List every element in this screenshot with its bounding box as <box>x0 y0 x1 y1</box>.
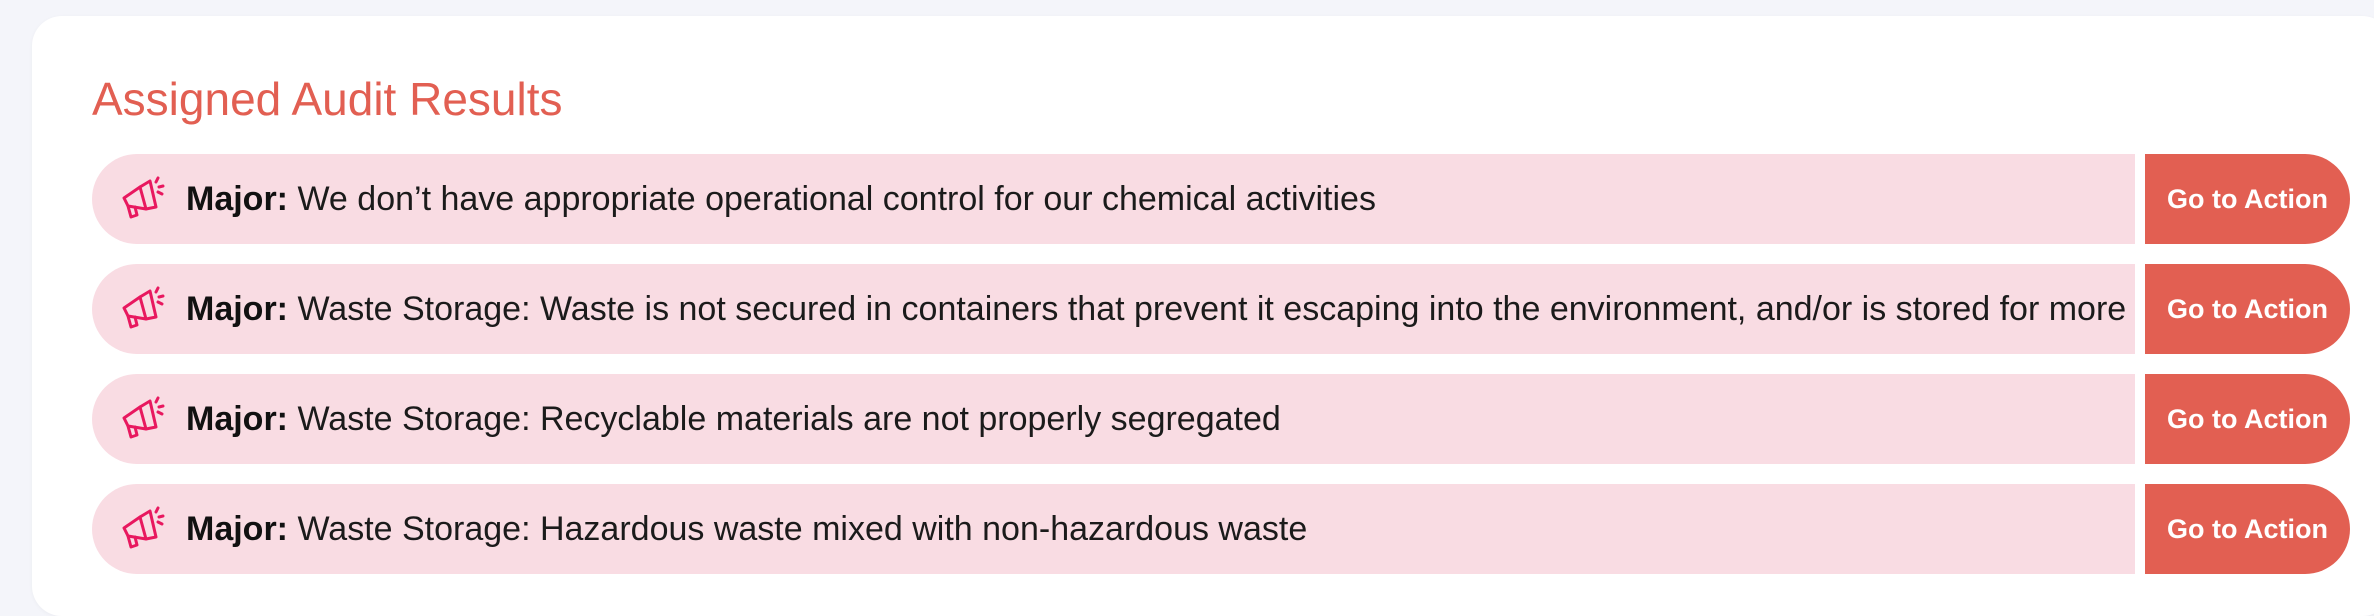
audit-result-description: Waste Storage: Recyclable materials are … <box>297 400 1281 438</box>
megaphone-icon <box>116 172 168 224</box>
audit-result-description: Waste Storage: Hazardous waste mixed wit… <box>297 510 1308 548</box>
severity-label: Major: <box>186 400 288 438</box>
severity-label: Major: <box>186 290 288 328</box>
audit-result-text: Major: We don’t have appropriate operati… <box>186 154 1376 244</box>
audit-result-text: Major: Waste Storage: Waste is not secur… <box>186 264 2135 354</box>
audit-result-body: Major: Waste Storage: Recyclable materia… <box>92 374 2135 464</box>
section-title: Assigned Audit Results <box>92 73 563 125</box>
megaphone-icon <box>116 392 168 444</box>
severity-label: Major: <box>186 510 288 548</box>
audit-result-row: Major: Waste Storage: Recyclable materia… <box>92 374 2352 464</box>
go-to-action-button[interactable]: Go to Action <box>2145 154 2350 244</box>
megaphone-icon <box>116 502 168 554</box>
audit-result-body: Major: Waste Storage: Hazardous waste mi… <box>92 484 2135 574</box>
go-to-action-button[interactable]: Go to Action <box>2145 264 2350 354</box>
audit-result-text: Major: Waste Storage: Hazardous waste mi… <box>186 484 1307 574</box>
go-to-action-button[interactable]: Go to Action <box>2145 374 2350 464</box>
audit-result-body: Major: We don’t have appropriate operati… <box>92 154 2135 244</box>
megaphone-icon <box>116 282 168 334</box>
severity-label: Major: <box>186 180 288 218</box>
audit-results-list: Major: We don’t have appropriate operati… <box>92 154 2352 594</box>
audit-result-body: Major: Waste Storage: Waste is not secur… <box>92 264 2135 354</box>
audit-result-text: Major: Waste Storage: Recyclable materia… <box>186 374 1281 464</box>
audit-result-row: Major: We don’t have appropriate operati… <box>92 154 2352 244</box>
audit-result-description: We don’t have appropriate operational co… <box>297 180 1376 218</box>
audit-result-description: Waste Storage: Waste is not secured in c… <box>297 290 2135 328</box>
go-to-action-button[interactable]: Go to Action <box>2145 484 2350 574</box>
audit-result-row: Major: Waste Storage: Waste is not secur… <box>92 264 2352 354</box>
audit-result-row: Major: Waste Storage: Hazardous waste mi… <box>92 484 2352 574</box>
